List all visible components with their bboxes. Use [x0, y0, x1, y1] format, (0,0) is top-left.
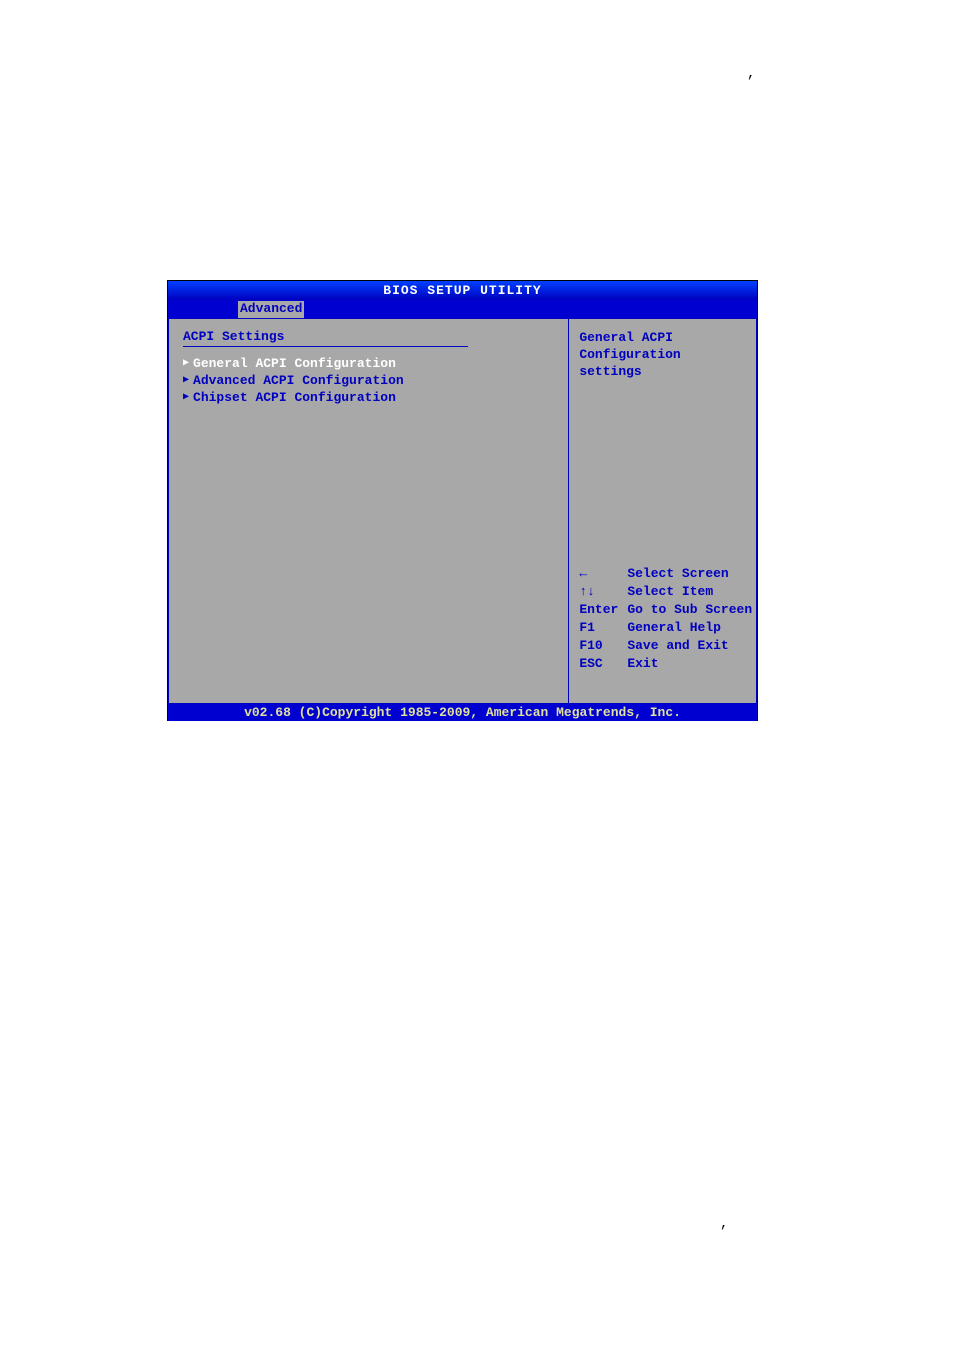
- key-action: General Help: [627, 619, 721, 637]
- triangle-right-icon: ▶: [183, 355, 189, 372]
- key-row-select-screen: ← Select Screen: [579, 565, 752, 583]
- help-text-line1: General ACPI: [579, 329, 746, 346]
- menu-item-label: General ACPI Configuration: [193, 355, 396, 372]
- menu-item-label: Advanced ACPI Configuration: [193, 372, 404, 389]
- key-row-select-item: ↑↓ Select Item: [579, 583, 752, 601]
- key-action: Select Screen: [627, 565, 728, 583]
- section-title: ACPI Settings: [183, 329, 554, 344]
- key-action: Exit: [627, 655, 658, 673]
- key-action: Save and Exit: [627, 637, 728, 655]
- left-panel: ACPI Settings ▶ General ACPI Configurati…: [168, 318, 569, 704]
- key-row-help: F1 General Help: [579, 619, 752, 637]
- key-label: Enter: [579, 601, 627, 619]
- key-row-exit: ESC Exit: [579, 655, 752, 673]
- key-label: ←: [579, 565, 627, 583]
- section-underline: [183, 346, 468, 347]
- footer-bar: v02.68 (C)Copyright 1985-2009, American …: [168, 704, 757, 721]
- menu-item-advanced-acpi[interactable]: ▶ Advanced ACPI Configuration: [183, 372, 554, 389]
- key-label: F10: [579, 637, 627, 655]
- key-action: Select Item: [627, 583, 713, 601]
- key-label: ESC: [579, 655, 627, 673]
- key-label: ↑↓: [579, 583, 627, 601]
- tab-bar: Advanced: [168, 300, 757, 318]
- stray-comma-1: ,: [747, 66, 755, 82]
- content-area: ACPI Settings ▶ General ACPI Configurati…: [168, 318, 757, 704]
- key-label: F1: [579, 619, 627, 637]
- menu-item-general-acpi[interactable]: ▶ General ACPI Configuration: [183, 355, 554, 372]
- key-action: Go to Sub Screen: [627, 601, 752, 619]
- stray-comma-2: ,: [720, 1216, 728, 1232]
- triangle-right-icon: ▶: [183, 372, 189, 389]
- menu-item-chipset-acpi[interactable]: ▶ Chipset ACPI Configuration: [183, 389, 554, 406]
- keys-section: ← Select Screen ↑↓ Select Item Enter Go …: [579, 565, 752, 673]
- title-bar: BIOS SETUP UTILITY: [168, 281, 757, 300]
- triangle-right-icon: ▶: [183, 389, 189, 406]
- right-panel: General ACPI Configuration settings ← Se…: [569, 318, 757, 704]
- tab-advanced[interactable]: Advanced: [238, 301, 304, 318]
- bios-window: BIOS SETUP UTILITY Advanced ACPI Setting…: [167, 280, 758, 721]
- menu-item-label: Chipset ACPI Configuration: [193, 389, 396, 406]
- key-row-sub-screen: Enter Go to Sub Screen: [579, 601, 752, 619]
- key-row-save-exit: F10 Save and Exit: [579, 637, 752, 655]
- help-text-line2: Configuration settings: [579, 346, 746, 380]
